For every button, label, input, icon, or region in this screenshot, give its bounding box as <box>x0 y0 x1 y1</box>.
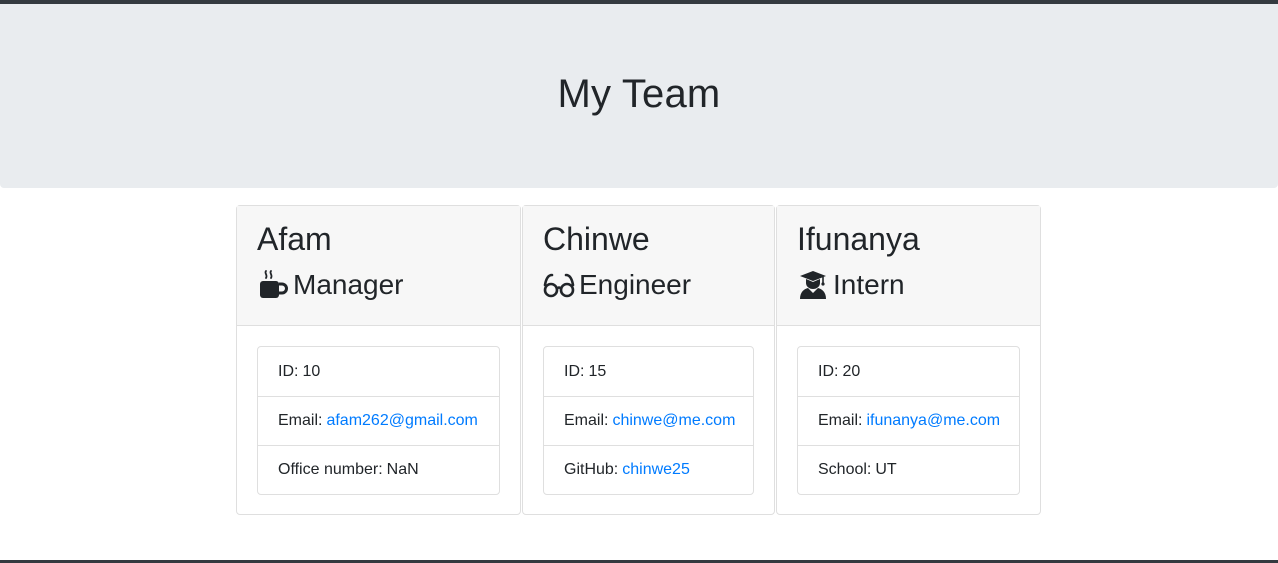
employee-role: Intern <box>797 266 1020 304</box>
email-item: Email: chinwe@me.com <box>544 396 753 445</box>
card-header: Ifunanya Intern <box>777 206 1040 326</box>
id-value: 10 <box>302 362 321 380</box>
github-item: GitHub: chinwe25 <box>544 445 753 494</box>
email-label: Email: <box>278 412 323 429</box>
email-link[interactable]: afam262@gmail.com <box>326 412 477 430</box>
employee-name: Chinwe <box>543 221 650 257</box>
role-title: Intern <box>833 269 905 300</box>
id-value: 15 <box>588 362 607 380</box>
id-item: ID: 15 <box>544 347 753 396</box>
card-body: ID: 20 Email: ifunanya@me.com School: UT <box>777 326 1040 495</box>
mug-icon <box>257 269 289 301</box>
email-link[interactable]: ifunanya@me.com <box>866 412 1000 430</box>
email-link[interactable]: chinwe@me.com <box>612 412 735 430</box>
employee-card-manager: Afam Manager ID: 10 Email: afam262@gmail… <box>236 205 521 515</box>
glasses-icon <box>543 269 575 301</box>
employee-role: Engineer <box>543 266 754 304</box>
school-label: School: <box>818 461 872 478</box>
team-cards: Afam Manager ID: 10 Email: afam262@gmail… <box>236 205 1041 515</box>
id-label: ID: <box>818 362 839 380</box>
employee-role: Manager <box>257 266 500 304</box>
office-number-label: Office number: <box>278 461 383 478</box>
employee-name: Afam <box>257 221 332 257</box>
card-body: ID: 10 Email: afam262@gmail.com Office n… <box>237 326 520 495</box>
info-list: ID: 10 Email: afam262@gmail.com Office n… <box>257 346 500 495</box>
card-body: ID: 15 Email: chinwe@me.com GitHub: chin… <box>523 326 774 495</box>
email-label: Email: <box>564 412 609 429</box>
employee-name: Ifunanya <box>797 221 920 257</box>
github-label: GitHub: <box>564 461 619 478</box>
card-header: Chinwe Engineer <box>523 206 774 326</box>
employee-card-intern: Ifunanya Intern ID: 20 Email: ifunanya@m… <box>776 205 1041 515</box>
id-item: ID: 10 <box>258 347 499 396</box>
info-list: ID: 20 Email: ifunanya@me.com School: UT <box>797 346 1020 495</box>
id-item: ID: 20 <box>798 347 1019 396</box>
employee-card-engineer: Chinwe Engineer ID: 15 Email: chinwe@me.… <box>522 205 775 515</box>
id-label: ID: <box>564 362 585 380</box>
email-item: Email: afam262@gmail.com <box>258 396 499 445</box>
graduate-icon <box>797 269 829 301</box>
card-header: Afam Manager <box>237 206 520 326</box>
page-title: My Team <box>557 71 721 116</box>
school-item: School: UT <box>798 445 1019 494</box>
github-link[interactable]: chinwe25 <box>622 461 690 479</box>
office-number-item: Office number: NaN <box>258 445 499 494</box>
role-title: Manager <box>293 269 404 300</box>
school-value: UT <box>875 461 897 478</box>
email-item: Email: ifunanya@me.com <box>798 396 1019 445</box>
page-header: My Team <box>0 4 1278 188</box>
id-value: 20 <box>842 362 861 380</box>
id-label: ID: <box>278 362 299 380</box>
role-title: Engineer <box>579 269 692 300</box>
office-number-value: NaN <box>386 461 419 478</box>
email-label: Email: <box>818 412 863 429</box>
info-list: ID: 15 Email: chinwe@me.com GitHub: chin… <box>543 346 754 495</box>
